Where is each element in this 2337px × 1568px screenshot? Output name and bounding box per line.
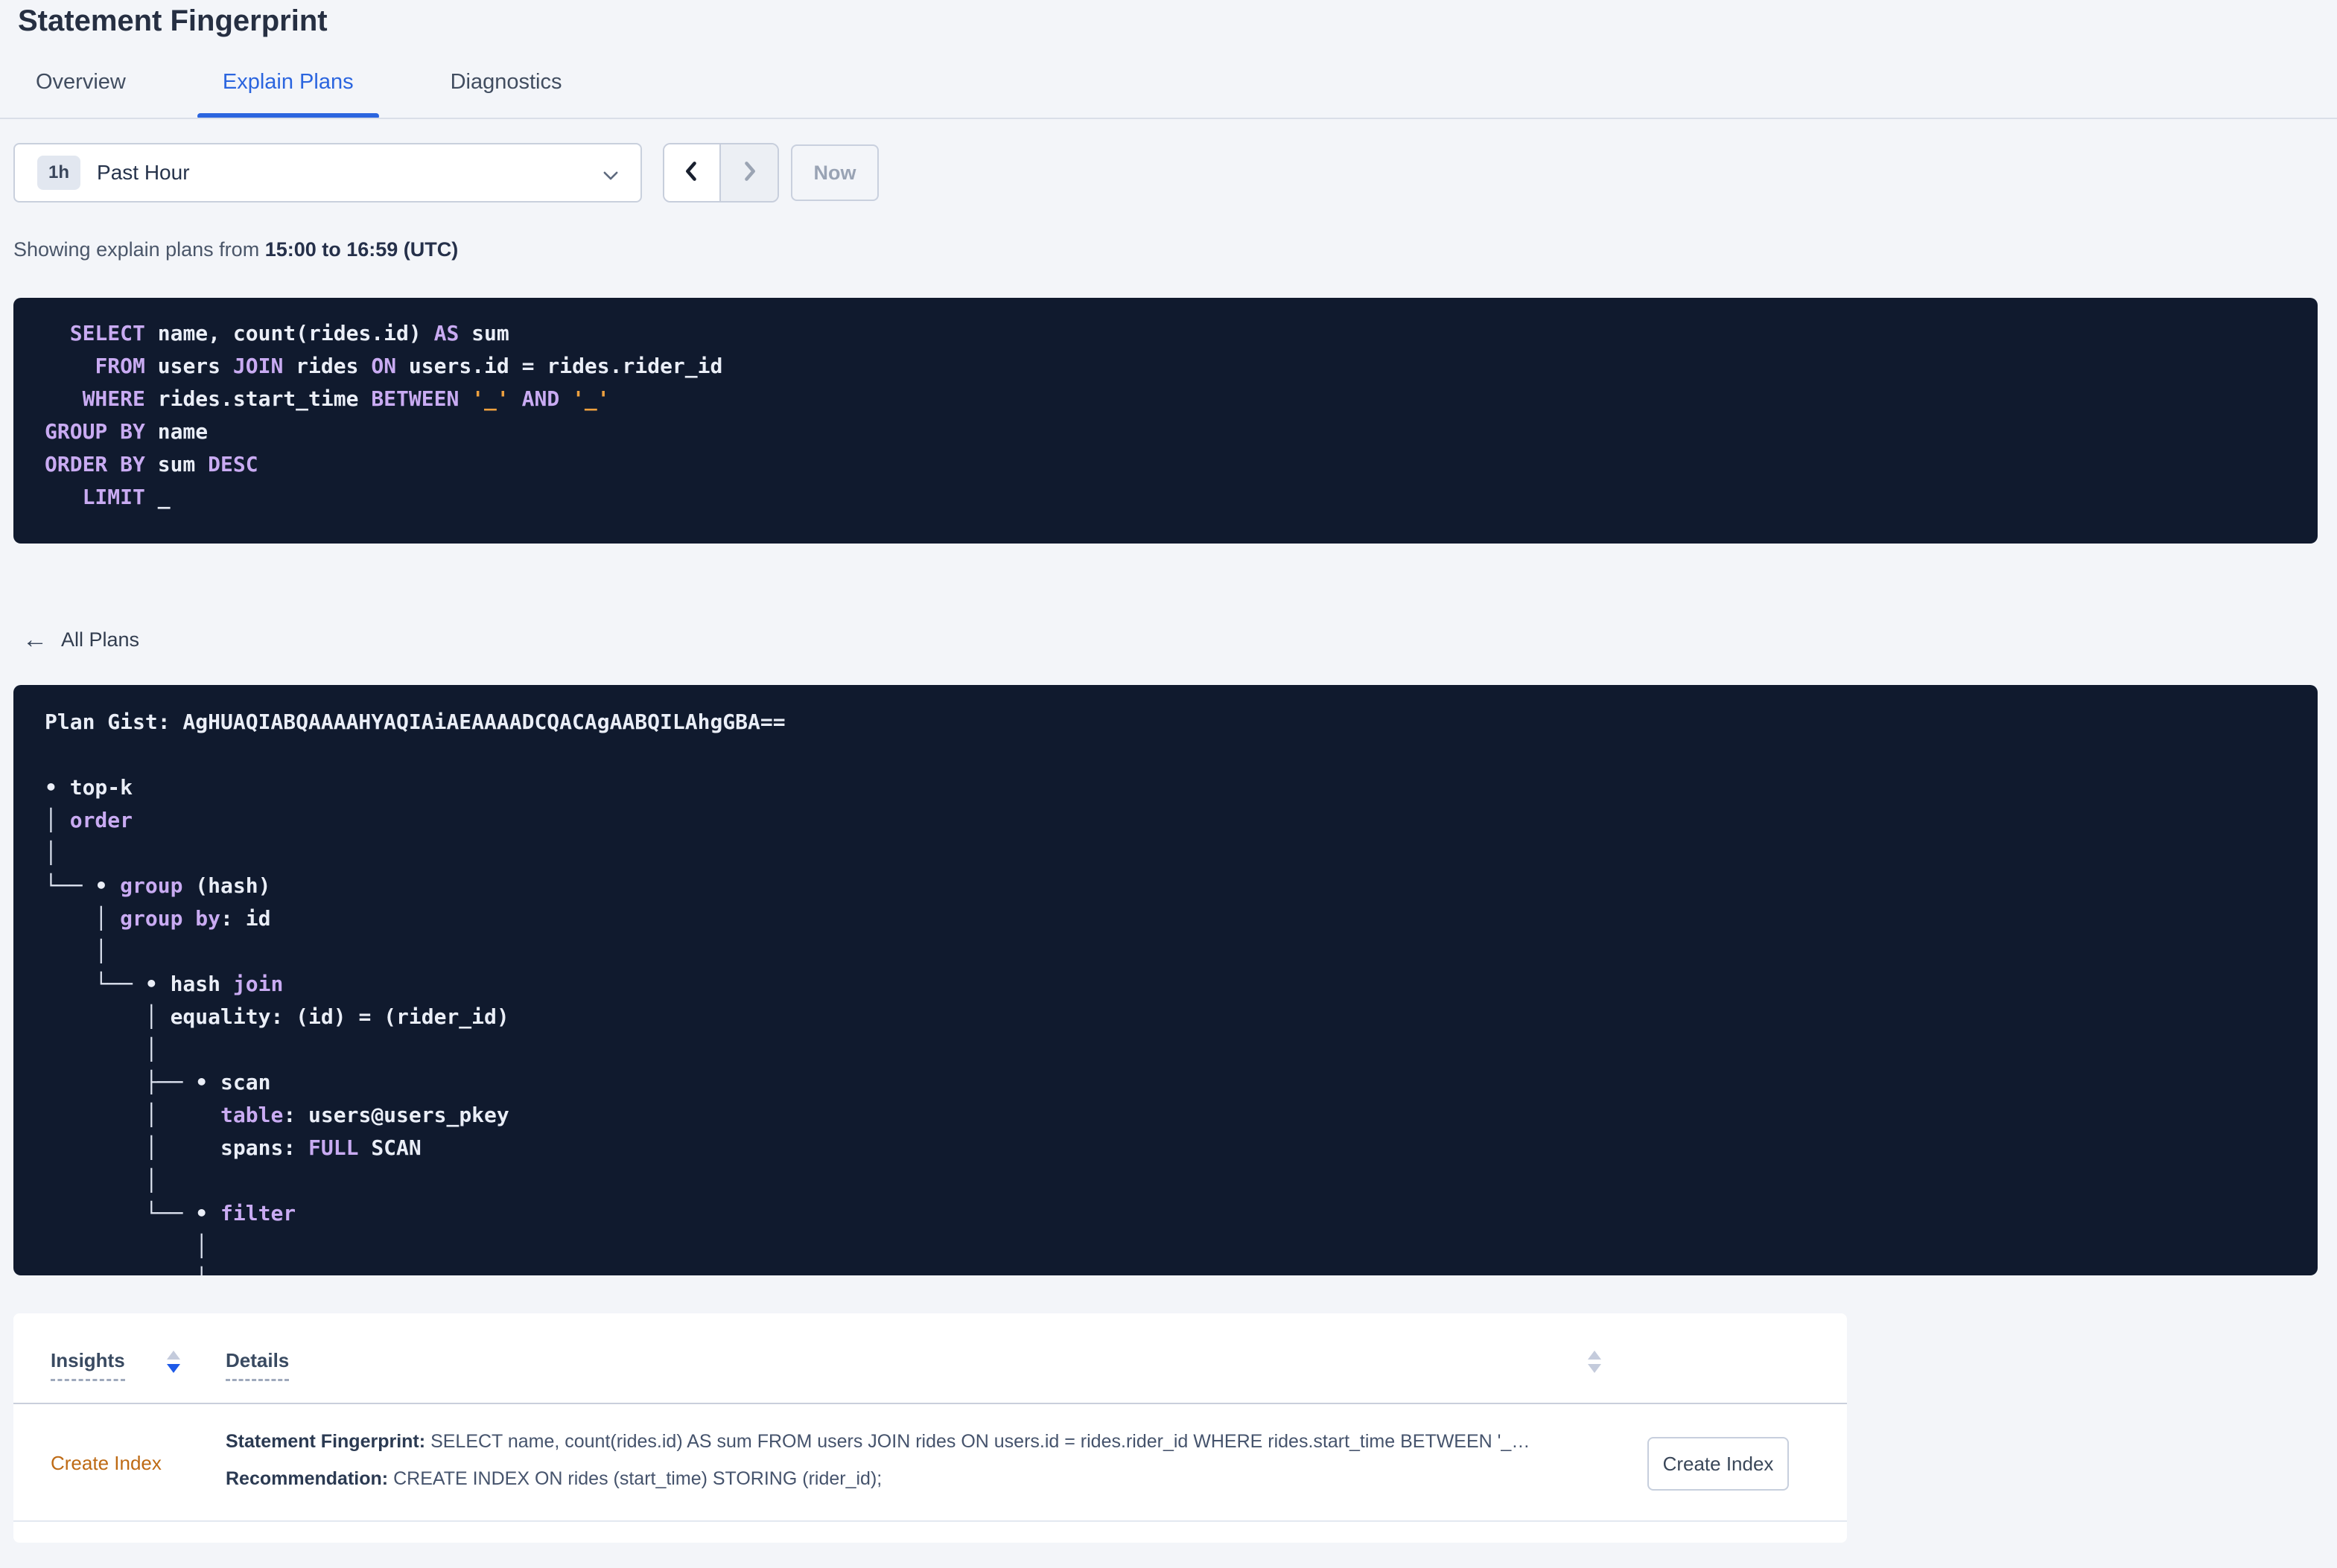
time-range-value: Past Hour (97, 161, 190, 184)
next-interval-button[interactable] (721, 144, 778, 201)
now-button[interactable]: Now (791, 144, 879, 201)
sql-statement-block: SELECT name, count(rides.id) AS sum FROM… (13, 298, 2318, 544)
showing-range-value: 15:00 to 16:59 (UTC) (264, 238, 459, 261)
detail-statement-line: Statement Fingerprint: SELECT name, count… (226, 1431, 1530, 1453)
tab-diagnostics-label: Diagnostics (450, 69, 562, 94)
sort-icon[interactable] (167, 1351, 180, 1373)
insights-card (13, 1313, 1847, 1543)
showing-range-text: Showing explain plans from 15:00 to 16:5… (13, 238, 459, 261)
create-index-button[interactable]: Create Index (1647, 1437, 1789, 1491)
now-button-label: Now (813, 161, 856, 184)
statement-fingerprint-page: Statement Fingerprint Overview Explain P… (0, 0, 2337, 1568)
tab-bar: Overview Explain Plans Diagnostics (0, 45, 2337, 119)
tab-bar-divider (0, 118, 2337, 119)
tab-diagnostics[interactable]: Diagnostics (425, 45, 588, 119)
sql-code: SELECT name, count(rides.id) AS sum FROM… (45, 321, 723, 509)
chevron-right-icon (737, 159, 762, 188)
time-range-badge: 1h (37, 156, 81, 190)
recommendation-value: CREATE INDEX ON rides (start_time) STORI… (393, 1468, 883, 1489)
page-title: Statement Fingerprint (18, 4, 328, 37)
column-header-insights[interactable]: Insights (51, 1349, 125, 1381)
plan-gist-block: Plan Gist: AgHUAQIABQAAAAHYAQIAiAEAAAADC… (13, 685, 2318, 1275)
chevron-left-icon (679, 159, 705, 188)
tab-explain-plans-label: Explain Plans (222, 69, 354, 94)
table-row-divider (13, 1520, 1847, 1522)
create-index-button-label: Create Index (1662, 1452, 1774, 1475)
insight-type-link[interactable]: Create Index (51, 1452, 162, 1475)
tab-overview[interactable]: Overview (10, 45, 151, 119)
previous-interval-button[interactable] (664, 144, 721, 201)
chevron-down-icon (600, 165, 621, 190)
time-nav-group (663, 143, 779, 203)
sort-down-arrow (167, 1364, 180, 1373)
plan-tree-code: Plan Gist: AgHUAQIABQAAAAHYAQIAiAEAAAADC… (45, 710, 786, 1275)
table-header-divider (13, 1403, 1847, 1404)
statement-fingerprint-value: SELECT name, count(rides.id) AS sum FROM… (430, 1431, 1530, 1452)
arrow-left-icon: ← (22, 625, 48, 654)
sort-up-arrow (167, 1351, 180, 1360)
tab-explain-plans[interactable]: Explain Plans (197, 45, 379, 119)
all-plans-label: All Plans (61, 628, 140, 651)
sort-icon[interactable] (1588, 1351, 1601, 1373)
detail-recommendation-line: Recommendation: CREATE INDEX ON rides (st… (226, 1468, 882, 1490)
time-range-select[interactable]: 1h Past Hour (13, 143, 642, 203)
tab-overview-label: Overview (36, 69, 126, 94)
column-header-details[interactable]: Details (226, 1349, 290, 1381)
sort-up-arrow (1588, 1351, 1601, 1360)
all-plans-link[interactable]: ← All Plans (22, 622, 139, 657)
sort-down-arrow (1588, 1364, 1601, 1373)
recommendation-label: Recommendation: (226, 1468, 389, 1489)
statement-fingerprint-label: Statement Fingerprint: (226, 1431, 426, 1452)
